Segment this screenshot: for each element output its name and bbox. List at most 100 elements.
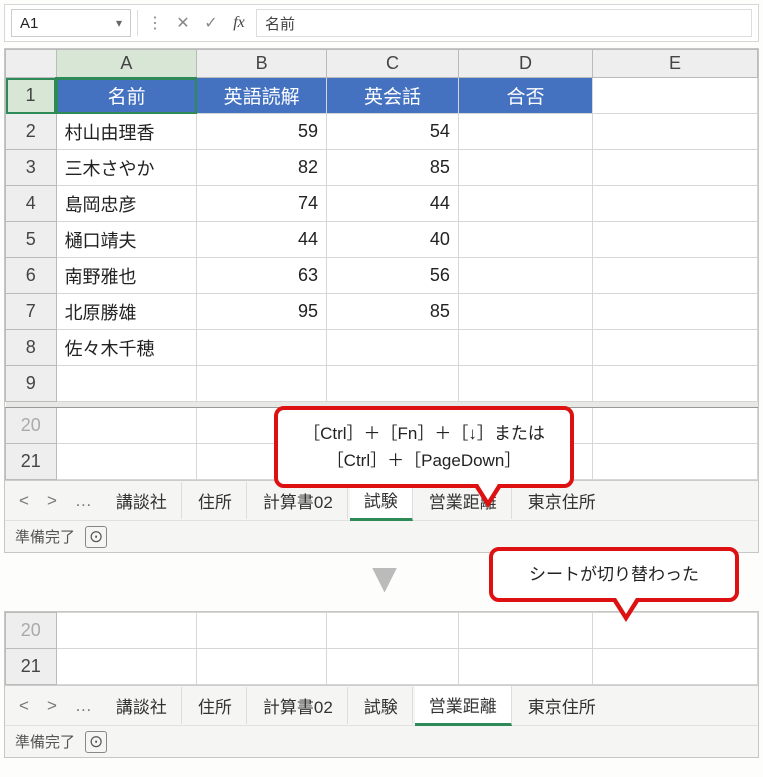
cell[interactable] xyxy=(197,613,327,649)
cell[interactable]: 村山由理香 xyxy=(56,114,197,150)
cell[interactable]: 59 xyxy=(197,114,327,150)
sheet-tab[interactable]: 試験 xyxy=(350,687,413,724)
cell[interactable]: 85 xyxy=(327,150,459,186)
sheet-tab[interactable]: 計算書02 xyxy=(249,687,348,724)
cell[interactable] xyxy=(458,258,592,294)
cell[interactable] xyxy=(197,366,327,402)
cell[interactable] xyxy=(327,366,459,402)
cell[interactable] xyxy=(327,649,459,685)
ellipsis-icon[interactable]: ⋮ xyxy=(144,13,166,33)
fx-icon[interactable]: fx xyxy=(228,14,250,32)
cell[interactable]: 74 xyxy=(197,186,327,222)
cell[interactable] xyxy=(458,222,592,258)
row-header[interactable]: 21 xyxy=(6,444,57,480)
cell[interactable] xyxy=(458,114,592,150)
cell[interactable]: 北原勝雄 xyxy=(56,294,197,330)
name-box[interactable]: A1 ▾ xyxy=(11,9,131,37)
row-header[interactable]: 20 xyxy=(6,408,57,444)
cell[interactable]: 95 xyxy=(197,294,327,330)
cell[interactable]: 佐々木千穂 xyxy=(56,330,197,366)
row-header[interactable]: 8 xyxy=(6,330,57,366)
cell[interactable] xyxy=(593,444,758,480)
select-all-corner[interactable] xyxy=(6,50,57,78)
row-header[interactable]: 6 xyxy=(6,258,57,294)
cell[interactable] xyxy=(458,186,592,222)
cell[interactable] xyxy=(327,613,459,649)
col-header-C[interactable]: C xyxy=(327,50,459,78)
cell[interactable] xyxy=(593,150,758,186)
cell[interactable]: 樋口靖夫 xyxy=(56,222,197,258)
col-header-B[interactable]: B xyxy=(197,50,327,78)
row-header[interactable]: 5 xyxy=(6,222,57,258)
cell[interactable] xyxy=(593,408,758,444)
cell[interactable] xyxy=(458,294,592,330)
tab-nav-next-icon[interactable]: > xyxy=(39,696,65,716)
cell[interactable]: 島岡忠彦 xyxy=(56,186,197,222)
cell[interactable] xyxy=(458,366,592,402)
cancel-icon[interactable]: ✕ xyxy=(172,13,194,33)
row-header[interactable]: 2 xyxy=(6,114,57,150)
cell[interactable] xyxy=(56,649,197,685)
tab-nav-more-icon[interactable]: … xyxy=(67,696,100,716)
col-header-D[interactable]: D xyxy=(458,50,592,78)
cell[interactable] xyxy=(593,294,758,330)
sheet-tab[interactable]: 住所 xyxy=(184,482,247,519)
cell[interactable] xyxy=(327,330,459,366)
sheet-tab-active[interactable]: 営業距離 xyxy=(415,686,512,726)
tab-nav-prev-icon[interactable]: < xyxy=(11,491,37,511)
cell[interactable]: 40 xyxy=(327,222,459,258)
row-header[interactable]: 9 xyxy=(6,366,57,402)
cell[interactable] xyxy=(197,649,327,685)
row-header[interactable]: 3 xyxy=(6,150,57,186)
cell[interactable] xyxy=(458,613,592,649)
col-header-E[interactable]: E xyxy=(593,50,758,78)
cell[interactable] xyxy=(56,444,197,480)
tab-nav-more-icon[interactable]: … xyxy=(67,491,100,511)
confirm-icon[interactable]: ✓ xyxy=(200,13,222,33)
col-header-A[interactable]: A xyxy=(56,50,197,78)
cell[interactable] xyxy=(56,408,197,444)
cell[interactable]: 56 xyxy=(327,258,459,294)
chevron-down-icon[interactable]: ▾ xyxy=(116,16,122,30)
cell-B1[interactable]: 英語読解 xyxy=(197,78,327,114)
cell[interactable] xyxy=(593,114,758,150)
cell[interactable]: 南野雅也 xyxy=(56,258,197,294)
cell[interactable] xyxy=(593,366,758,402)
cell[interactable] xyxy=(197,330,327,366)
cell[interactable]: 82 xyxy=(197,150,327,186)
cell[interactable] xyxy=(593,258,758,294)
formula-input[interactable]: 名前 xyxy=(256,9,752,37)
grid[interactable]: 20 21 xyxy=(5,612,758,685)
tab-nav-prev-icon[interactable]: < xyxy=(11,696,37,716)
cell-E1[interactable] xyxy=(593,78,758,114)
row-header[interactable]: 7 xyxy=(6,294,57,330)
cell[interactable] xyxy=(56,366,197,402)
cell[interactable] xyxy=(458,649,592,685)
row-header[interactable]: 21 xyxy=(6,649,57,685)
row-header[interactable]: 1 xyxy=(6,78,57,114)
sheet-tab[interactable]: 講談社 xyxy=(102,482,182,519)
tab-nav-next-icon[interactable]: > xyxy=(39,491,65,511)
cell[interactable] xyxy=(593,186,758,222)
cell[interactable] xyxy=(56,613,197,649)
sheet-tab[interactable]: 東京住所 xyxy=(514,687,610,724)
cell-D1[interactable]: 合否 xyxy=(458,78,592,114)
cell-A1[interactable]: 名前 xyxy=(56,78,197,114)
sheet-tab[interactable]: 住所 xyxy=(184,687,247,724)
accessibility-icon[interactable]: ⊙ xyxy=(85,731,107,753)
cell[interactable]: 44 xyxy=(327,186,459,222)
cell[interactable]: 85 xyxy=(327,294,459,330)
cell[interactable]: 三木さやか xyxy=(56,150,197,186)
cell[interactable] xyxy=(458,150,592,186)
row-header[interactable]: 20 xyxy=(6,613,57,649)
cell[interactable]: 44 xyxy=(197,222,327,258)
row-header[interactable]: 4 xyxy=(6,186,57,222)
cell[interactable] xyxy=(593,222,758,258)
cell-C1[interactable]: 英会話 xyxy=(327,78,459,114)
sheet-tab[interactable]: 講談社 xyxy=(102,687,182,724)
cell[interactable]: 63 xyxy=(197,258,327,294)
cell[interactable]: 54 xyxy=(327,114,459,150)
cell[interactable] xyxy=(593,649,758,685)
cell[interactable] xyxy=(458,330,592,366)
accessibility-icon[interactable]: ⊙ xyxy=(85,526,107,548)
